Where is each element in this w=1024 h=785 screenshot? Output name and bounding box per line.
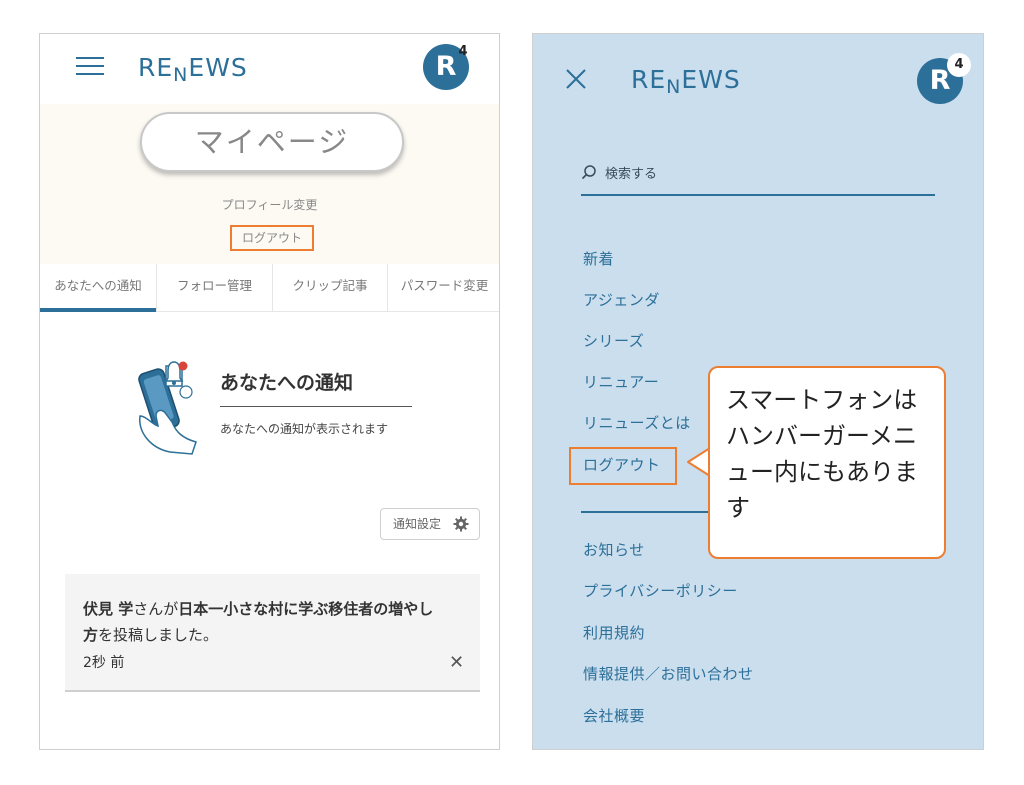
notification-count-badge: 4 [947, 53, 971, 77]
notice-heading: あなたへの通知 [220, 372, 354, 394]
renews-logo[interactable]: RENEWS [631, 65, 741, 98]
mypage-tabs: あなたへの通知 フォロー管理 クリップ記事 パスワード変更 [40, 264, 499, 312]
menu-item-news[interactable]: お知らせ [583, 539, 645, 560]
menu-item-about[interactable]: リニューズとは [583, 412, 691, 433]
logout-link[interactable]: ログアウト [230, 225, 314, 251]
tab-notifications[interactable]: あなたへの通知 [40, 264, 157, 312]
notification-settings-button[interactable]: 通知設定 [380, 508, 480, 540]
logout-highlight [569, 447, 677, 485]
menu-item-series[interactable]: シリーズ [583, 330, 644, 351]
menu-item-agenda[interactable]: アジェンダ [583, 289, 660, 310]
menu-item-terms[interactable]: 利用規約 [583, 622, 645, 643]
tab-clips[interactable]: クリップ記事 [273, 264, 388, 312]
notification-item[interactable]: 伏見 学さんが日本一小さな村に学ぶ移住者の増やし方を投稿しました。 2秒 前 ✕ [65, 574, 480, 692]
menu-item-company[interactable]: 会社概要 [583, 705, 645, 726]
notice-divider [220, 406, 412, 407]
notification-timestamp: 2秒 前 [83, 655, 125, 671]
page-title: マイページ [140, 112, 404, 172]
dismiss-notification-close-icon[interactable]: ✕ [449, 652, 464, 673]
menu-item-privacy[interactable]: プライバシーポリシー [583, 580, 738, 601]
search-icon [581, 165, 596, 180]
notice-description: あなたへの通知が表示されます [220, 422, 389, 436]
callout-box: スマートフォンはハンバーガーメニュー内にもあります [708, 366, 946, 559]
tab-password[interactable]: パスワード変更 [388, 264, 499, 312]
mypage-screen: RENEWS R 4 マイページ プロフィール変更 ログアウト あなたへの通知 … [39, 33, 500, 750]
menu-item-renewer[interactable]: リニュアー [583, 371, 659, 392]
hamburger-menu-icon[interactable] [76, 56, 104, 76]
notification-text: 伏見 学さんが日本一小さな村に学ぶ移住者の増やし方を投稿しました。 [83, 600, 434, 644]
notification-count-badge: 4 [458, 44, 468, 59]
header: RENEWS R 4 [40, 34, 499, 104]
notification-settings-label: 通知設定 [393, 517, 442, 531]
search-input[interactable]: 検索する [581, 162, 935, 196]
profile-edit-link[interactable]: プロフィール変更 [40, 196, 499, 213]
phone-notification-icon [138, 361, 197, 455]
notification-user[interactable]: 伏見 学 [83, 600, 133, 618]
tab-follow[interactable]: フォロー管理 [157, 264, 273, 312]
search-placeholder: 検索する [605, 167, 658, 182]
close-icon[interactable] [565, 68, 587, 90]
renews-logo[interactable]: RENEWS [138, 53, 248, 86]
menu-item-contact[interactable]: 情報提供／お問い合わせ [583, 663, 754, 684]
callout-text: スマートフォンはハンバーガーメニュー内にもあります [726, 386, 918, 522]
menu-item-new[interactable]: 新着 [583, 248, 614, 269]
gear-icon [453, 516, 469, 532]
